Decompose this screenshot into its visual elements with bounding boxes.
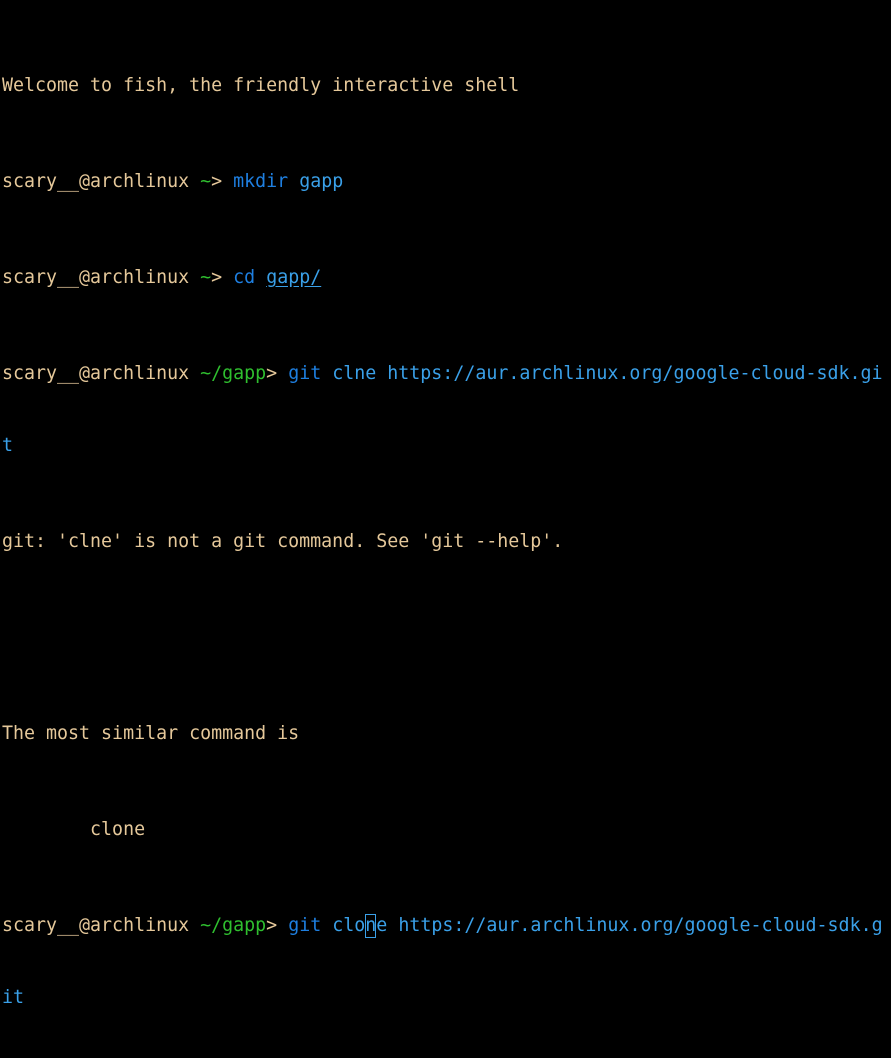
prompt-cwd: ~ — [200, 171, 212, 192]
command-input-before-cursor[interactable]: clo — [332, 915, 365, 936]
command-name: cd — [233, 267, 256, 288]
prompt-cwd: ~/gapp — [200, 915, 267, 936]
suggestion-line: clone — [2, 818, 891, 842]
prompt-user-host: scary__@archlinux — [2, 915, 190, 936]
error-message: git: 'clne' is not a git command. See 'g… — [2, 531, 564, 552]
url-argument-wrap: t — [2, 435, 14, 456]
suggestion-heading-line: The most similar command is — [2, 722, 891, 746]
welcome-line: Welcome to fish, the friendly interactiv… — [2, 74, 891, 98]
url-argument: https://aur.archlinux.org/google-cloud-s… — [387, 363, 883, 384]
prompt-cwd: ~/gapp — [200, 363, 267, 384]
prompt-line-git-clone: scary__@archlinux ~/gapp> git clone http… — [2, 914, 891, 938]
prompt-user-host: scary__@archlinux — [2, 267, 190, 288]
suggestion-heading: The most similar command is — [2, 723, 300, 744]
error-line: git: 'clne' is not a git command. See 'g… — [2, 530, 891, 554]
prompt-symbol: > — [211, 267, 234, 288]
url-argument[interactable]: https://aur.archlinux.org/google-cloud-s… — [398, 915, 882, 936]
terminal-window[interactable]: Welcome to fish, the friendly interactiv… — [2, 2, 891, 1008]
prompt-symbol: > — [266, 915, 289, 936]
url-argument-wrap[interactable]: it — [2, 987, 24, 1008]
prompt-symbol: > — [266, 363, 289, 384]
wrapped-line: it — [2, 986, 891, 1010]
welcome-text: Welcome to fish, the friendly interactiv… — [2, 75, 520, 96]
prompt-user-host: scary__@archlinux — [2, 171, 190, 192]
prompt-line-mkdir: scary__@archlinux ~> mkdir gapp — [2, 170, 891, 194]
command-name: mkdir — [233, 171, 289, 192]
prompt-user-host: scary__@archlinux — [2, 363, 190, 384]
path-argument-link[interactable]: gapp/ — [266, 267, 321, 288]
command-argument: clne — [332, 363, 377, 384]
prompt-line-cd: scary__@archlinux ~> cd gapp/ — [2, 266, 891, 290]
command-argument: gapp — [299, 171, 344, 192]
wrapped-line: t — [2, 434, 891, 458]
command-input-after-cursor[interactable]: e — [376, 915, 387, 936]
prompt-cwd: ~ — [200, 267, 212, 288]
prompt-line-git-clne: scary__@archlinux ~/gapp> git clne https… — [2, 362, 891, 386]
suggested-command: clone — [2, 819, 146, 840]
command-name: git — [288, 363, 322, 384]
text-cursor[interactable]: n — [365, 914, 377, 938]
prompt-symbol: > — [211, 171, 234, 192]
command-name[interactable]: git — [288, 915, 321, 936]
